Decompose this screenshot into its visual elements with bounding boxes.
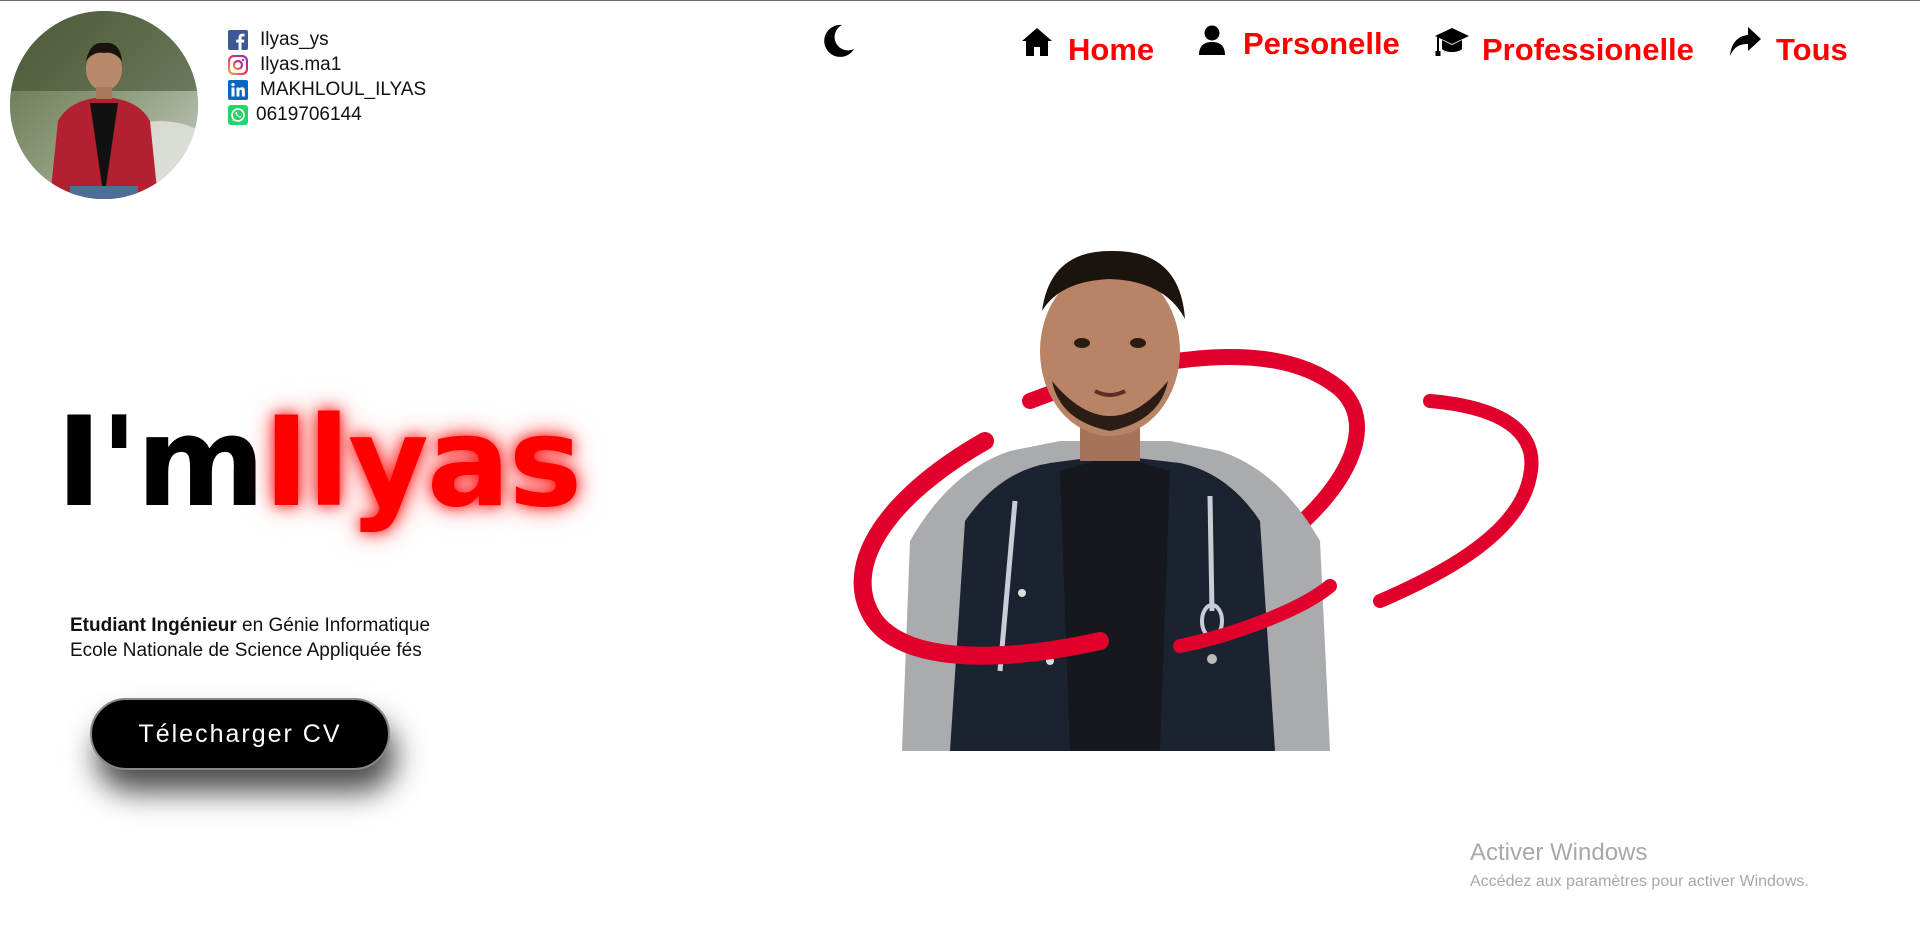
whatsapp-link[interactable]: 0619706144 (228, 102, 426, 127)
user-icon (1195, 23, 1229, 57)
watermark-subtitle: Accédez aux paramètres pour activer Wind… (1470, 873, 1809, 890)
hero-prefix: I'm (56, 391, 265, 535)
watermark-title: Activer Windows (1470, 839, 1648, 866)
nav-all-label: Tous (1776, 32, 1848, 67)
moon-icon (824, 24, 854, 57)
description-line-1: Etudiant Ingénieur en Génie Informatique (70, 613, 430, 638)
hero-portrait (760, 241, 1560, 801)
facebook-link[interactable]: Ilyas_ys (228, 27, 426, 52)
instagram-handle: Ilyas.ma1 (260, 53, 342, 75)
graduation-cap-icon (1434, 25, 1469, 59)
description-degree: Etudiant Ingénieur (70, 615, 237, 636)
linkedin-icon (228, 79, 248, 100)
nav-professional-label: Professionelle (1482, 32, 1694, 67)
description-line-2: Ecole Nationale de Science Appliquée fés (70, 640, 422, 661)
linkedin-link[interactable]: MAKHLOUL_ILYAS (228, 77, 426, 102)
facebook-icon (228, 29, 248, 50)
nav-home-label: Home (1068, 32, 1155, 67)
nav-professional[interactable]: Professionelle (1434, 25, 1694, 65)
windows-activation-watermark: Activer Windows Accédez aux paramètres p… (1470, 839, 1809, 891)
profile-avatar (10, 11, 198, 199)
home-icon (1020, 25, 1054, 59)
page: Ilyas_ys Ilyas.ma1 MAKHLOUL_ILYAS 061970… (0, 0, 1920, 942)
hero-name: Ilyas (263, 391, 582, 535)
whatsapp-icon (228, 104, 248, 125)
nav-home[interactable]: Home (1020, 25, 1154, 65)
description-field: en Génie Informatique (236, 615, 431, 636)
instagram-link[interactable]: Ilyas.ma1 (227, 52, 426, 77)
nav-personal[interactable]: Personelle (1195, 23, 1400, 61)
social-links: Ilyas_ys Ilyas.ma1 MAKHLOUL_ILYAS 061970… (227, 27, 426, 127)
hero-description: Etudiant Ingénieur en Génie Informatique… (70, 613, 430, 663)
hero-title: I'mIlyas (56, 401, 582, 525)
facebook-handle: Ilyas_ys (260, 28, 329, 50)
linkedin-handle: MAKHLOUL_ILYAS (260, 78, 427, 100)
download-cv-button[interactable]: Télecharger CV (90, 698, 390, 770)
instagram-icon (227, 54, 249, 75)
dark-mode-toggle[interactable] (818, 21, 858, 61)
whatsapp-number: 0619706144 (256, 103, 362, 125)
share-arrow-icon (1728, 25, 1762, 59)
nav-personal-label: Personelle (1243, 26, 1400, 61)
nav-all[interactable]: Tous (1728, 25, 1848, 65)
